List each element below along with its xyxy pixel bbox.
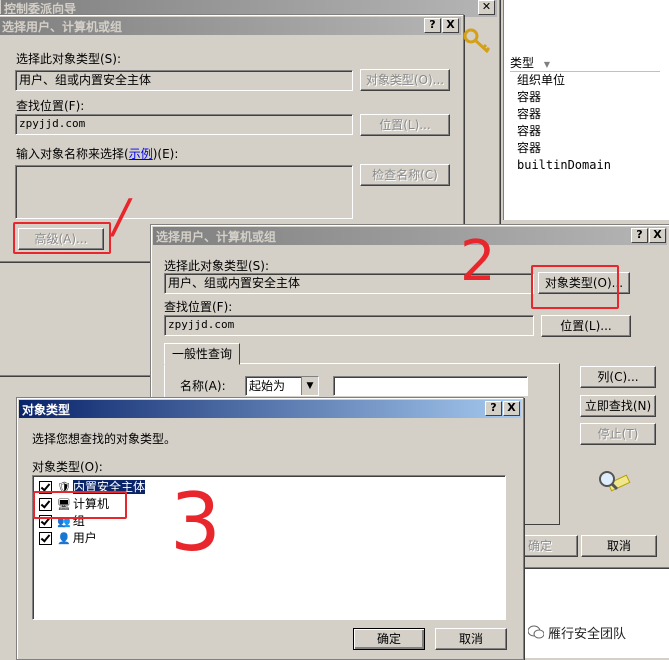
annotation-step1: / [109,189,133,243]
general-query-tab-label: 一般性查询 [171,347,232,361]
watermark-text: 雁行安全团队 [548,626,627,642]
wechat-icon [527,625,545,639]
annotation-step-numbers: / 2 3 [109,189,496,569]
annotation-step3: 3 [170,476,221,569]
watermark: 雁行安全团队 [527,622,627,642]
general-query-tab[interactable]: 一般性查询 [164,343,240,365]
annotation-step2: 2 [460,229,496,294]
